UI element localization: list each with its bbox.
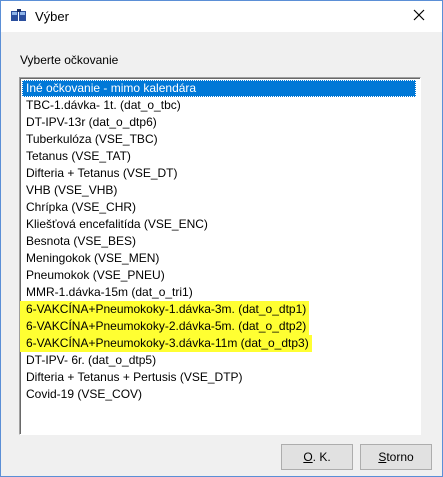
list-item[interactable]: DT-IPV- 6r. (dat_o_dtp5): [22, 352, 156, 369]
list-item[interactable]: Besnota (VSE_BES): [22, 233, 136, 250]
list-item[interactable]: VHB (VSE_VHB): [22, 182, 117, 199]
window-title: Výber: [35, 9, 69, 24]
dialog-window: Výber Vyberte očkovanie Iné očkovanie - …: [0, 0, 443, 477]
app-icon: [11, 9, 27, 23]
list-item[interactable]: MMR-1.dávka-15m (dat_o_tri1): [22, 284, 193, 301]
ok-button[interactable]: O. K.: [281, 444, 353, 470]
cancel-accelerator: S: [378, 450, 387, 464]
close-button[interactable]: [396, 1, 442, 32]
list-item-highlighted[interactable]: 6-VAKCÍNA+Pneumokoky-1.dávka-3m. (dat_o_…: [20, 301, 310, 318]
list-item[interactable]: DT-IPV-13r (dat_o_dtp6): [22, 114, 157, 131]
list-item-highlighted[interactable]: 6-VAKCÍNA+Pneumokoky-3.dávka-11m (dat_o_…: [20, 335, 312, 352]
close-icon: [413, 9, 425, 24]
vaccination-listbox[interactable]: Iné očkovanie - mimo kalendára TBC-1.dáv…: [19, 77, 421, 435]
list-item[interactable]: Covid-19 (VSE_COV): [22, 386, 142, 403]
list-item[interactable]: Difteria + Tetanus (VSE_DT): [22, 165, 178, 182]
cancel-label: torno: [386, 450, 414, 464]
list-item[interactable]: Pneumokok (VSE_PNEU): [22, 267, 165, 284]
list-item-highlighted[interactable]: 6-VAKCÍNA+Pneumokoky-2.dávka-5m. (dat_o_…: [20, 318, 310, 335]
list-item[interactable]: Tetanus (VSE_TAT): [22, 148, 131, 165]
list-item[interactable]: TBC-1.dávka- 1t. (dat_o_tbc): [22, 97, 181, 114]
ok-accelerator: O: [303, 450, 313, 464]
cancel-button[interactable]: Storno: [360, 444, 432, 470]
list-item[interactable]: Kliešťová encefalitída (VSE_ENC): [22, 216, 208, 233]
list-item[interactable]: Meningokok (VSE_MEN): [22, 250, 159, 267]
list-item[interactable]: Difteria + Tetanus + Pertusis (VSE_DTP): [22, 369, 243, 386]
list-item[interactable]: Tuberkulóza (VSE_TBC): [22, 131, 158, 148]
prompt-label: Vyberte očkovanie: [20, 53, 119, 67]
list-item[interactable]: Chrípka (VSE_CHR): [22, 199, 136, 216]
list-item[interactable]: Iné očkovanie - mimo kalendára: [22, 80, 416, 97]
title-bar[interactable]: Výber: [1, 1, 442, 32]
ok-label: . K.: [312, 450, 331, 464]
